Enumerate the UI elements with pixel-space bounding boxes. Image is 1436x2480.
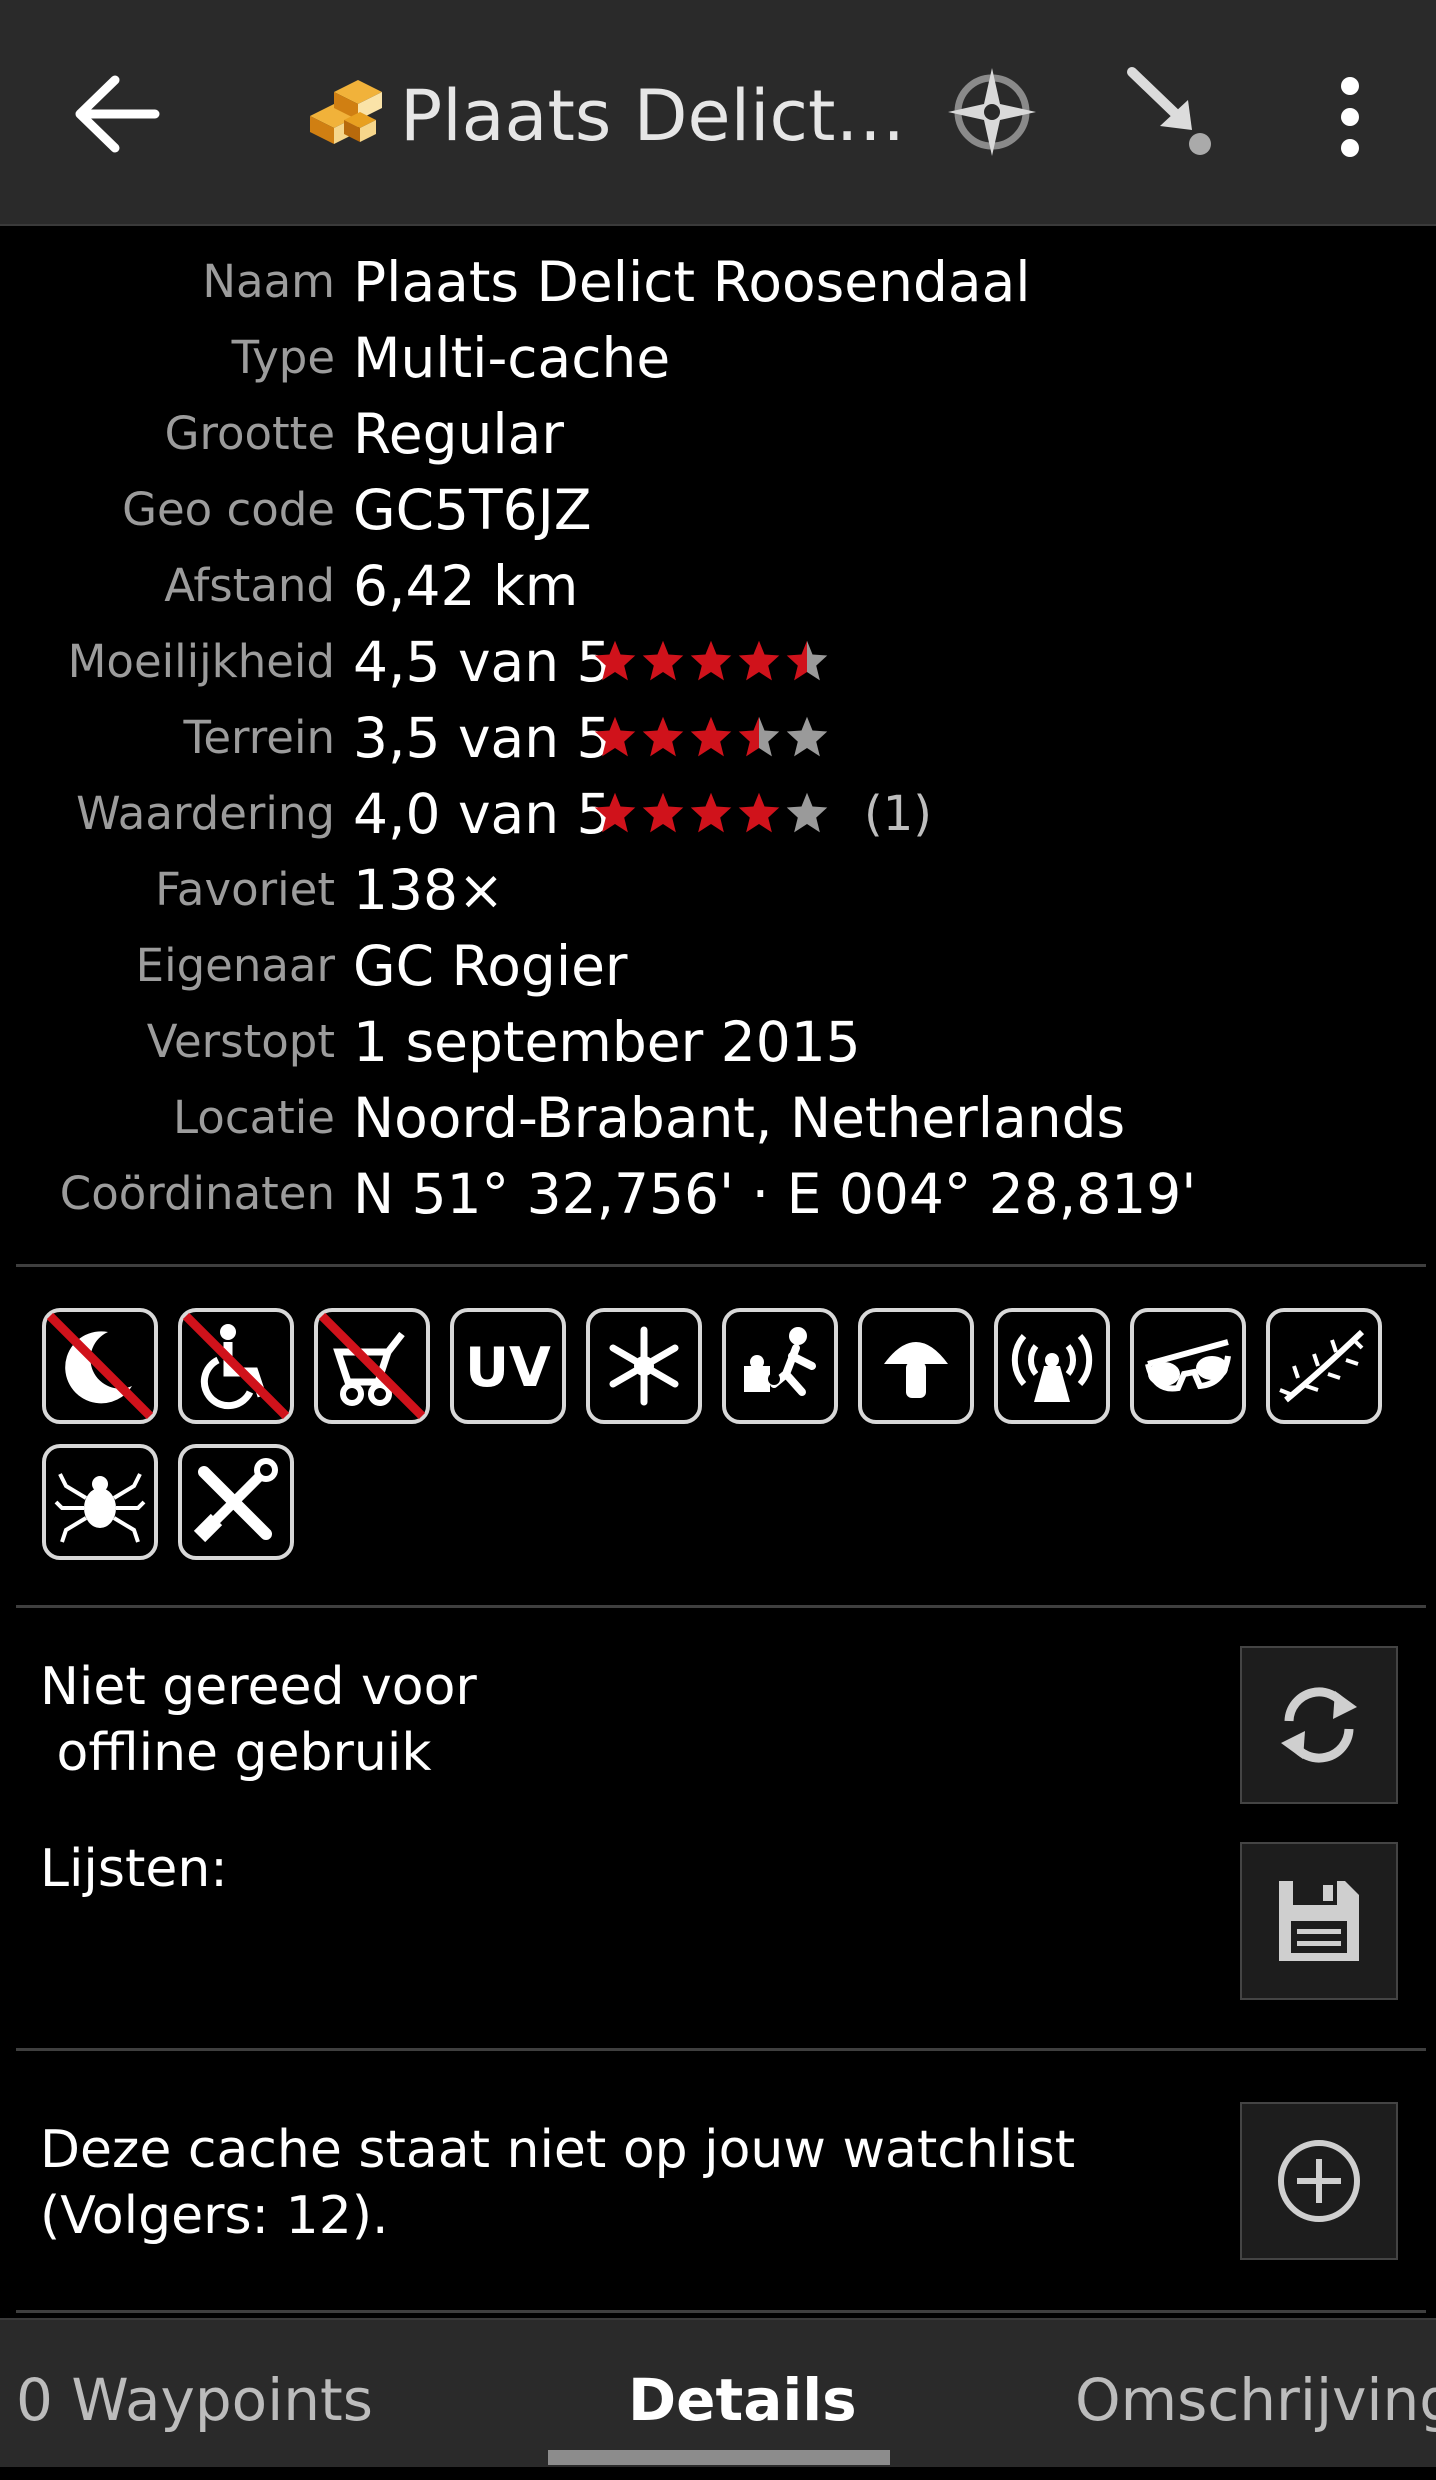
rating-votes: (1) — [864, 786, 932, 842]
tab-details[interactable]: Details — [628, 2320, 857, 2467]
detail-value: 3,5 van 5 — [353, 706, 612, 770]
rating-stars — [592, 790, 830, 840]
detail-row-location: Locatie Noord-Brabant, Netherlands — [0, 1080, 1436, 1156]
more-vert-icon[interactable] — [1320, 72, 1380, 162]
tools-icon[interactable] — [178, 1444, 294, 1560]
star-half-icon — [738, 716, 780, 757]
star-filled-icon — [594, 640, 636, 681]
detail-row-type: Type Multi-cache — [0, 320, 1436, 396]
mushroom-icon[interactable] — [858, 1308, 974, 1424]
refresh-icon — [1281, 1687, 1357, 1763]
star-filled-icon — [642, 792, 684, 833]
watchlist-text: Deze cache staat niet op jouw watchlist … — [40, 2120, 1076, 2246]
uv-light-icon[interactable]: UV — [450, 1308, 566, 1424]
detail-label: Naam — [202, 255, 335, 308]
field-puzzle-icon[interactable] — [722, 1308, 838, 1424]
detail-row-difficulty: Moeilijkheid 4,5 van 5 — [0, 624, 1436, 700]
detail-value: 4,0 van 5 — [353, 782, 612, 846]
detail-value: 138× — [353, 858, 505, 922]
star-filled-icon — [738, 792, 780, 833]
detail-label: Favoriet — [155, 863, 335, 916]
page-title: Plaats Delict… — [400, 75, 906, 157]
difficulty-stars — [592, 638, 830, 688]
wheelchair-icon[interactable] — [178, 1308, 294, 1424]
add-to-watchlist-button[interactable] — [1240, 2102, 1398, 2260]
star-filled-icon — [594, 716, 636, 757]
detail-label: Geo code — [122, 483, 335, 536]
detail-value[interactable]: N 51° 32,756' · E 004° 28,819' — [353, 1156, 1196, 1232]
tab-bar: 0 Waypoints Details Omschrijving — [0, 2318, 1436, 2467]
detail-value[interactable]: GC5T6JZ — [353, 472, 592, 548]
detail-row-terrain: Terrein 3,5 van 5 — [0, 700, 1436, 776]
detail-row-geocode[interactable]: Geo code GC5T6JZ — [0, 472, 1436, 548]
detail-label: Waardering — [76, 787, 335, 840]
star-half-icon — [786, 640, 828, 681]
detail-label: Grootte — [164, 407, 335, 460]
tab-description[interactable]: Omschrijving — [1075, 2320, 1436, 2467]
star-filled-icon — [642, 640, 684, 681]
detail-row-rating: Waardering 4,0 van 5 (1) — [0, 776, 1436, 852]
detail-value: 4,5 van 5 — [353, 630, 612, 694]
active-tab-indicator — [548, 2450, 890, 2465]
detail-label: Type — [231, 331, 335, 384]
detail-label: Coördinaten — [59, 1167, 335, 1220]
night-icon[interactable] — [42, 1308, 158, 1424]
navigate-icon[interactable] — [940, 60, 1044, 164]
uv-text: UV — [465, 1336, 551, 1399]
divider — [16, 1264, 1426, 1267]
lists-label: Lijsten: — [40, 1839, 228, 1899]
tab-waypoints[interactable]: 0 Waypoints — [16, 2320, 373, 2467]
star-filled-icon — [642, 716, 684, 757]
star-filled-icon — [594, 792, 636, 833]
app-bar: Plaats Delict… — [0, 0, 1436, 226]
detail-row-name: Naam Plaats Delict Roosendaal — [0, 244, 1436, 320]
detail-value: Plaats Delict Roosendaal — [353, 250, 1031, 314]
detail-label: Locatie — [173, 1091, 335, 1144]
direction-icon[interactable] — [1120, 62, 1224, 166]
thorns-icon[interactable] — [1266, 1308, 1382, 1424]
detail-value[interactable]: GC Rogier — [353, 928, 628, 1004]
detail-value: Regular — [353, 402, 564, 466]
detail-value: 1 september 2015 — [353, 1010, 861, 1074]
add-circle-icon — [1278, 2140, 1360, 2222]
detail-row-size: Grootte Regular — [0, 396, 1436, 472]
detail-label: Moeilijkheid — [67, 635, 335, 688]
cache-type-icon — [310, 80, 382, 144]
detail-value: Noord-Brabant, Netherlands — [353, 1086, 1126, 1150]
refresh-button[interactable] — [1240, 1646, 1398, 1804]
detail-label: Eigenaar — [135, 939, 335, 992]
stroller-icon[interactable] — [314, 1308, 430, 1424]
sunglasses-icon[interactable] — [1130, 1308, 1246, 1424]
detail-row-hidden: Verstopt 1 september 2015 — [0, 1004, 1436, 1080]
detail-row-coordinates[interactable]: Coördinaten N 51° 32,756' · E 004° 28,81… — [0, 1156, 1436, 1232]
save-icon — [1279, 1881, 1359, 1961]
detail-label: Afstand — [164, 559, 335, 612]
wireless-beacon-icon[interactable] — [994, 1308, 1110, 1424]
star-empty-icon — [786, 792, 828, 833]
back-arrow-icon[interactable] — [60, 62, 170, 166]
terrain-stars — [592, 714, 830, 764]
star-filled-icon — [690, 716, 732, 757]
save-offline-button[interactable] — [1240, 1842, 1398, 2000]
divider — [16, 1605, 1426, 1608]
detail-row-distance: Afstand 6,42 km — [0, 548, 1436, 624]
divider — [16, 2048, 1426, 2051]
detail-label: Terrein — [183, 711, 335, 764]
detail-value: Multi-cache — [353, 326, 671, 390]
star-empty-icon — [786, 716, 828, 757]
detail-row-owner[interactable]: Eigenaar GC Rogier — [0, 928, 1436, 1004]
offline-status-text: Niet gereed voor offline gebruik — [40, 1657, 477, 1783]
ticks-icon[interactable] — [42, 1444, 158, 1560]
star-filled-icon — [738, 640, 780, 681]
star-filled-icon — [690, 792, 732, 833]
star-filled-icon — [690, 640, 732, 681]
snowflake-icon[interactable] — [586, 1308, 702, 1424]
detail-value: 6,42 km — [353, 554, 579, 618]
divider — [16, 2310, 1426, 2313]
detail-row-favorites: Favoriet 138× — [0, 852, 1436, 928]
detail-label: Verstopt — [146, 1015, 335, 1068]
